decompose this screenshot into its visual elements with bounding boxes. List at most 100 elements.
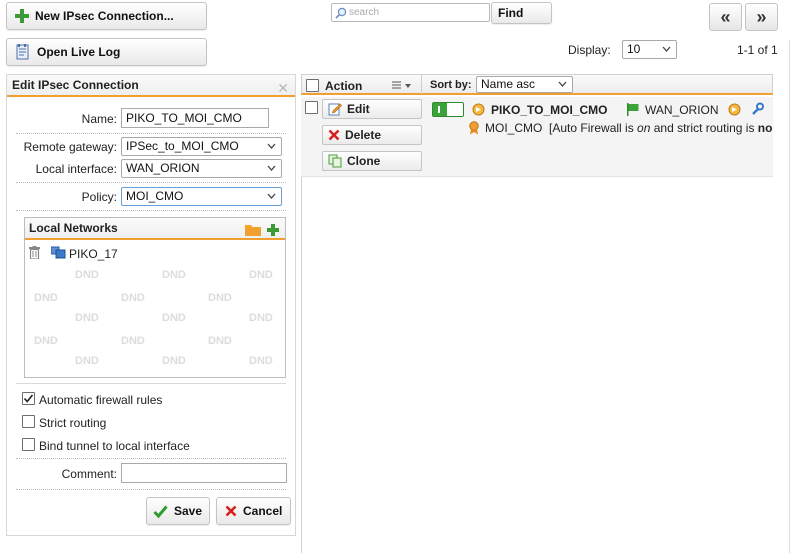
page-range: 1-1 of 1 [737, 43, 778, 57]
plus-icon [15, 9, 29, 23]
auto-firewall-info: [Auto Firewall is [549, 121, 638, 135]
action-column-header: Action [325, 79, 363, 93]
save-label: Save [174, 504, 203, 518]
remote-gateway-label: Remote gateway: [23, 140, 117, 154]
strict-routing-label[interactable]: Strict routing [39, 416, 106, 430]
save-button[interactable]: Save [146, 497, 210, 525]
display-count-value: 10 [627, 42, 641, 56]
close-icon [225, 505, 237, 517]
drop-zone-hint: DND [249, 312, 273, 324]
checkmark-icon [153, 505, 168, 518]
name-label: Name: [81, 112, 117, 126]
display-label: Display: [568, 43, 611, 57]
drop-zone-hint: DND [75, 269, 99, 281]
drop-zone-hint: DND [34, 335, 58, 347]
interface-flag-icon [626, 103, 640, 119]
chevron-down-icon [267, 165, 276, 171]
comment-label: Comment: [61, 467, 117, 481]
select-all-checkbox[interactable] [306, 79, 319, 92]
chevron-down-icon [662, 46, 671, 52]
drop-zone-hint: DND [75, 312, 99, 324]
bind-tunnel-checkbox[interactable] [22, 438, 35, 451]
double-chevron-right-icon: » [756, 6, 767, 27]
policy-badge-icon [468, 121, 480, 138]
network-group-icon [50, 245, 66, 262]
drop-zone-hint: DND [121, 335, 145, 347]
row-checkbox[interactable] [305, 101, 318, 114]
column-options-icon[interactable] [392, 80, 414, 94]
connection-details: MOI_CMO [Auto Firewall is on and strict … [485, 121, 773, 135]
local-network-item[interactable]: PIKO_17 [69, 247, 118, 261]
folder-icon[interactable] [245, 222, 261, 242]
edit-icon [328, 102, 342, 116]
edit-ipsec-connection-panel: Edit IPsec Connection ✕ Name: PIKO_TO_MO… [6, 74, 296, 536]
log-icon [15, 44, 31, 60]
chevron-down-icon [558, 81, 567, 87]
cancel-label: Cancel [243, 504, 283, 518]
automatic-firewall-rules-label[interactable]: Automatic firewall rules [39, 393, 162, 407]
find-label: Find [498, 6, 524, 20]
search-input[interactable]: search [331, 3, 490, 22]
new-ipsec-connection-button[interactable]: New IPsec Connection... [6, 2, 207, 30]
drop-zone-hint: DND [121, 292, 145, 304]
delete-x-icon [328, 129, 340, 141]
local-networks-header: Local Networks [25, 218, 285, 240]
gateway-icon [728, 103, 741, 119]
drop-zone-hint: DND [162, 312, 186, 324]
connection-name[interactable]: PIKO_TO_MOI_CMO [491, 103, 607, 117]
local-networks-title: Local Networks [29, 221, 118, 235]
next-page-button[interactable]: » [745, 3, 778, 31]
drop-zone-hint: DND [162, 355, 186, 367]
strict-routing-info: and strict routing is [650, 121, 758, 135]
policy-value: MOI_CMO [126, 189, 184, 203]
local-networks-box[interactable]: Local Networks PIKO_17 DND DND DND DND D… [24, 217, 286, 378]
bind-tunnel-label[interactable]: Bind tunnel to local interface [39, 439, 190, 453]
clone-button[interactable]: Clone [322, 151, 422, 171]
sort-by-select[interactable]: Name asc [476, 76, 573, 93]
checkmark-icon [23, 394, 34, 403]
sort-by-value: Name asc [481, 77, 536, 91]
sort-by-label: Sort by: [430, 79, 472, 91]
chevron-down-icon [267, 193, 276, 199]
edit-button[interactable]: Edit [322, 99, 422, 119]
enabled-toggle[interactable] [432, 102, 464, 117]
double-chevron-left-icon: « [720, 6, 731, 27]
right-edge-separator [789, 40, 790, 553]
remote-gateway-select[interactable]: IPSec_to_MOI_CMO [121, 137, 282, 156]
name-input[interactable]: PIKO_TO_MOI_CMO [121, 108, 269, 128]
drop-zone-hint: DND [208, 292, 232, 304]
comment-input[interactable] [121, 463, 287, 483]
name-input-value: PIKO_TO_MOI_CMO [126, 111, 242, 125]
previous-page-button[interactable]: « [709, 3, 742, 31]
close-icon[interactable]: ✕ [277, 78, 289, 98]
trash-icon[interactable] [29, 246, 40, 262]
cancel-button[interactable]: Cancel [216, 497, 291, 525]
search-icon [335, 7, 347, 19]
find-button[interactable]: Find [491, 2, 552, 24]
edit-label: Edit [347, 102, 370, 116]
policy-label: Policy: [81, 190, 117, 204]
panel-header: Edit IPsec Connection ✕ [7, 75, 295, 97]
display-count-select[interactable]: 10 [622, 40, 677, 59]
open-live-log-label: Open Live Log [37, 45, 121, 59]
open-live-log-button[interactable]: Open Live Log [6, 38, 207, 66]
strict-routing-checkbox[interactable] [22, 415, 35, 428]
clone-icon [328, 154, 342, 168]
list-header: Action Sort by: Name asc [301, 74, 773, 95]
clone-label: Clone [347, 154, 381, 168]
automatic-firewall-rules-checkbox[interactable] [22, 392, 35, 405]
drop-zone-hint: DND [208, 335, 232, 347]
local-interface-select[interactable]: WAN_ORION [121, 159, 282, 178]
search-placeholder: search [349, 7, 380, 18]
local-interface-value: WAN_ORION [126, 161, 200, 175]
panel-title: Edit IPsec Connection [12, 78, 139, 92]
wrench-icon [751, 102, 765, 119]
drop-zone-hint: DND [162, 269, 186, 281]
local-interface-label: Local interface: [35, 162, 117, 176]
delete-button[interactable]: Delete [322, 125, 422, 145]
remote-gateway-value: IPSec_to_MOI_CMO [126, 139, 239, 153]
add-network-plus-icon[interactable] [267, 222, 279, 242]
delete-label: Delete [345, 128, 382, 142]
policy-select[interactable]: MOI_CMO [121, 187, 282, 206]
interface-name: WAN_ORION [645, 103, 719, 117]
